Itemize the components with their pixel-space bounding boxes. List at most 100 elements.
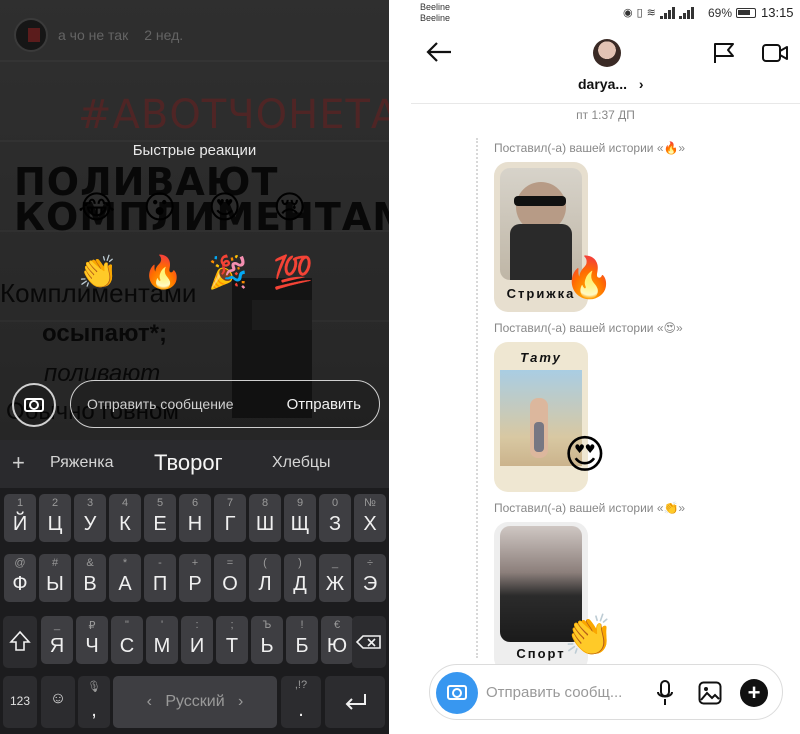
gallery-icon[interactable] — [698, 681, 722, 705]
key-row2-10[interactable]: ÷ Э — [354, 554, 386, 602]
microphone-icon[interactable] — [656, 680, 674, 706]
numbers-key[interactable]: 123 — [3, 676, 37, 728]
thread-divider-line — [476, 138, 478, 658]
reaction-crying-emoji[interactable]: 😢 — [273, 188, 306, 226]
key-row2-2[interactable]: & В — [74, 554, 106, 602]
reaction-fire-emoji: 🔥 — [564, 255, 614, 301]
battery-icon — [736, 8, 756, 18]
thread-date-label: пт 1:37 ДП — [576, 108, 635, 122]
story-reply-note: Поставил(-а) вашей истории «😍» — [494, 321, 683, 335]
key-row3-6[interactable]: ЪЬ — [251, 616, 283, 664]
wifi-icon: ≋ — [646, 7, 656, 19]
status-bar: Beeline Beeline ◉ ▯ ≋ 69% 13:15 — [411, 0, 800, 26]
key-row3-1[interactable]: ₽ Ч — [76, 616, 108, 664]
key-row1-4[interactable]: 5Е — [144, 494, 176, 542]
back-arrow-icon[interactable] — [425, 38, 453, 66]
story-reply-note: Поставил(-а) вашей истории «🔥» — [494, 141, 686, 155]
reaction-surprised-emoji[interactable]: 😮 — [143, 188, 176, 226]
signal-icons: ◉ ▯ ≋ — [623, 6, 694, 19]
comma-key[interactable]: 🎙 , — [78, 676, 110, 728]
video-call-icon[interactable] — [762, 43, 788, 63]
mic-icon: 🎙 — [87, 681, 101, 693]
reaction-heart-eyes-emoji[interactable]: 😍 — [208, 188, 241, 226]
key-row3-0[interactable]: _ Я — [41, 616, 73, 664]
vibrate-icon: ▯ — [636, 7, 643, 19]
key-row2-9[interactable]: _ Ж — [319, 554, 351, 602]
quick-reactions-title: Быстрые реакции — [132, 142, 257, 159]
battery-percent: 69% — [708, 6, 733, 20]
message-input-placeholder: Отправить сообщ... — [486, 684, 623, 701]
key-row2-7[interactable]: (Л — [249, 554, 281, 602]
clock: 13:15 — [761, 5, 794, 20]
suggestion-item-primary[interactable]: Творог — [154, 450, 223, 476]
suggestion-item[interactable]: Ряженка — [50, 454, 114, 472]
key-row2-5[interactable]: + Р — [179, 554, 211, 602]
key-row2-6[interactable]: = О — [214, 554, 246, 602]
key-row1-6[interactable]: 7Г — [214, 494, 246, 542]
story-card-title: Тату — [520, 350, 562, 365]
direct-thread: Beeline Beeline ◉ ▯ ≋ 69% 13:15 darya...… — [411, 0, 800, 734]
flag-icon[interactable] — [713, 42, 735, 64]
key-row1-7[interactable]: 8Ш — [249, 494, 281, 542]
enter-icon — [345, 694, 366, 710]
key-row1-3[interactable]: 4К — [109, 494, 141, 542]
carrier-label: Beeline — [420, 2, 451, 12]
smiley-icon: ☺ — [49, 690, 67, 707]
key-row3-8[interactable]: € Ю — [321, 616, 353, 664]
send-button[interactable]: Отправить — [287, 396, 361, 413]
suggestion-plus-button[interactable]: + — [12, 450, 25, 476]
reaction-clap-emoji[interactable]: 👏 — [78, 253, 118, 291]
chevron-right-icon: › — [638, 76, 644, 92]
key-row1-10[interactable]: № Х — [354, 494, 386, 542]
key-row2-0[interactable]: @ Ф — [4, 554, 36, 602]
key-row3-5[interactable]: ; Т — [216, 616, 248, 664]
keyboard-suggestion-bar: + Ряженка Творог Хлебцы — [0, 440, 389, 488]
reply-placeholder: Отправить сообщение — [87, 396, 234, 412]
plus-icon[interactable]: + — [740, 679, 768, 707]
thread-username[interactable]: darya... › — [578, 76, 644, 92]
key-row2-1[interactable]: # Ы — [39, 554, 71, 602]
reaction-hundred-emoji[interactable]: 💯 — [273, 253, 313, 291]
enter-key[interactable] — [325, 676, 385, 728]
camera-button[interactable] — [436, 672, 478, 714]
key-row3-3[interactable]: ' М — [146, 616, 178, 664]
backspace-icon — [355, 635, 381, 649]
emoji-key[interactable]: ☺ — [41, 676, 75, 728]
shift-icon — [9, 630, 31, 651]
story-viewer: а чо не так 2 нед. #АВОТЧОНЕТАК ПОЛИВАЮТ… — [0, 0, 389, 734]
period-key[interactable]: ,!? . — [281, 676, 321, 728]
reaction-fire-emoji[interactable]: 🔥 — [143, 253, 183, 291]
message-composer[interactable]: Отправить сообщ... + — [429, 664, 783, 720]
space-right-arrow: › — [238, 693, 244, 710]
carrier-label: Beeline — [420, 13, 451, 23]
reaction-party-emoji[interactable]: 🎉 — [208, 253, 248, 291]
thread-header: darya... › — [411, 26, 800, 104]
reaction-heart-eyes-emoji: 😍 — [564, 432, 606, 478]
story-reply-bar: Отправить сообщение Отправить — [12, 378, 382, 430]
key-row1-0[interactable]: 1Й — [4, 494, 36, 542]
reaction-clap-emoji: 👏 — [564, 613, 614, 659]
avatar[interactable] — [593, 39, 621, 67]
signal-bars-icon — [659, 6, 675, 19]
key-row1-1[interactable]: 2Ц — [39, 494, 71, 542]
backspace-key[interactable] — [352, 616, 386, 668]
key-row1-9[interactable]: 0З — [319, 494, 351, 542]
suggestion-item[interactable]: Хлебцы — [272, 454, 331, 472]
reaction-laugh-emoji[interactable]: 😂 — [78, 188, 115, 226]
story-reply-input[interactable]: Отправить сообщение Отправить — [70, 380, 380, 428]
space-key[interactable]: ‹ Русский › — [113, 676, 277, 728]
key-row3-4[interactable]: :И — [181, 616, 213, 664]
key-row1-8[interactable]: 9Щ — [284, 494, 316, 542]
reactions-overlay — [0, 0, 389, 440]
key-row2-8[interactable]: ) Д — [284, 554, 316, 602]
key-row1-2[interactable]: 3У — [74, 494, 106, 542]
shift-key[interactable] — [3, 616, 37, 668]
keyboard: 1 Й 2 Ц 3 У 4 К 5 Е 6 Н 7 Г 8 Ш 9 Щ 0 З № Х @ Ф # Ы & В * А - П + Р = О(Л) Д… — [0, 488, 389, 734]
space-left-arrow: ‹ — [146, 693, 152, 710]
key-row2-3[interactable]: * А — [109, 554, 141, 602]
key-row1-5[interactable]: 6Н — [179, 494, 211, 542]
key-row3-7[interactable]: ! Б — [286, 616, 318, 664]
camera-button[interactable] — [12, 383, 56, 427]
key-row3-2[interactable]: " С — [111, 616, 143, 664]
key-row2-4[interactable]: -П — [144, 554, 176, 602]
